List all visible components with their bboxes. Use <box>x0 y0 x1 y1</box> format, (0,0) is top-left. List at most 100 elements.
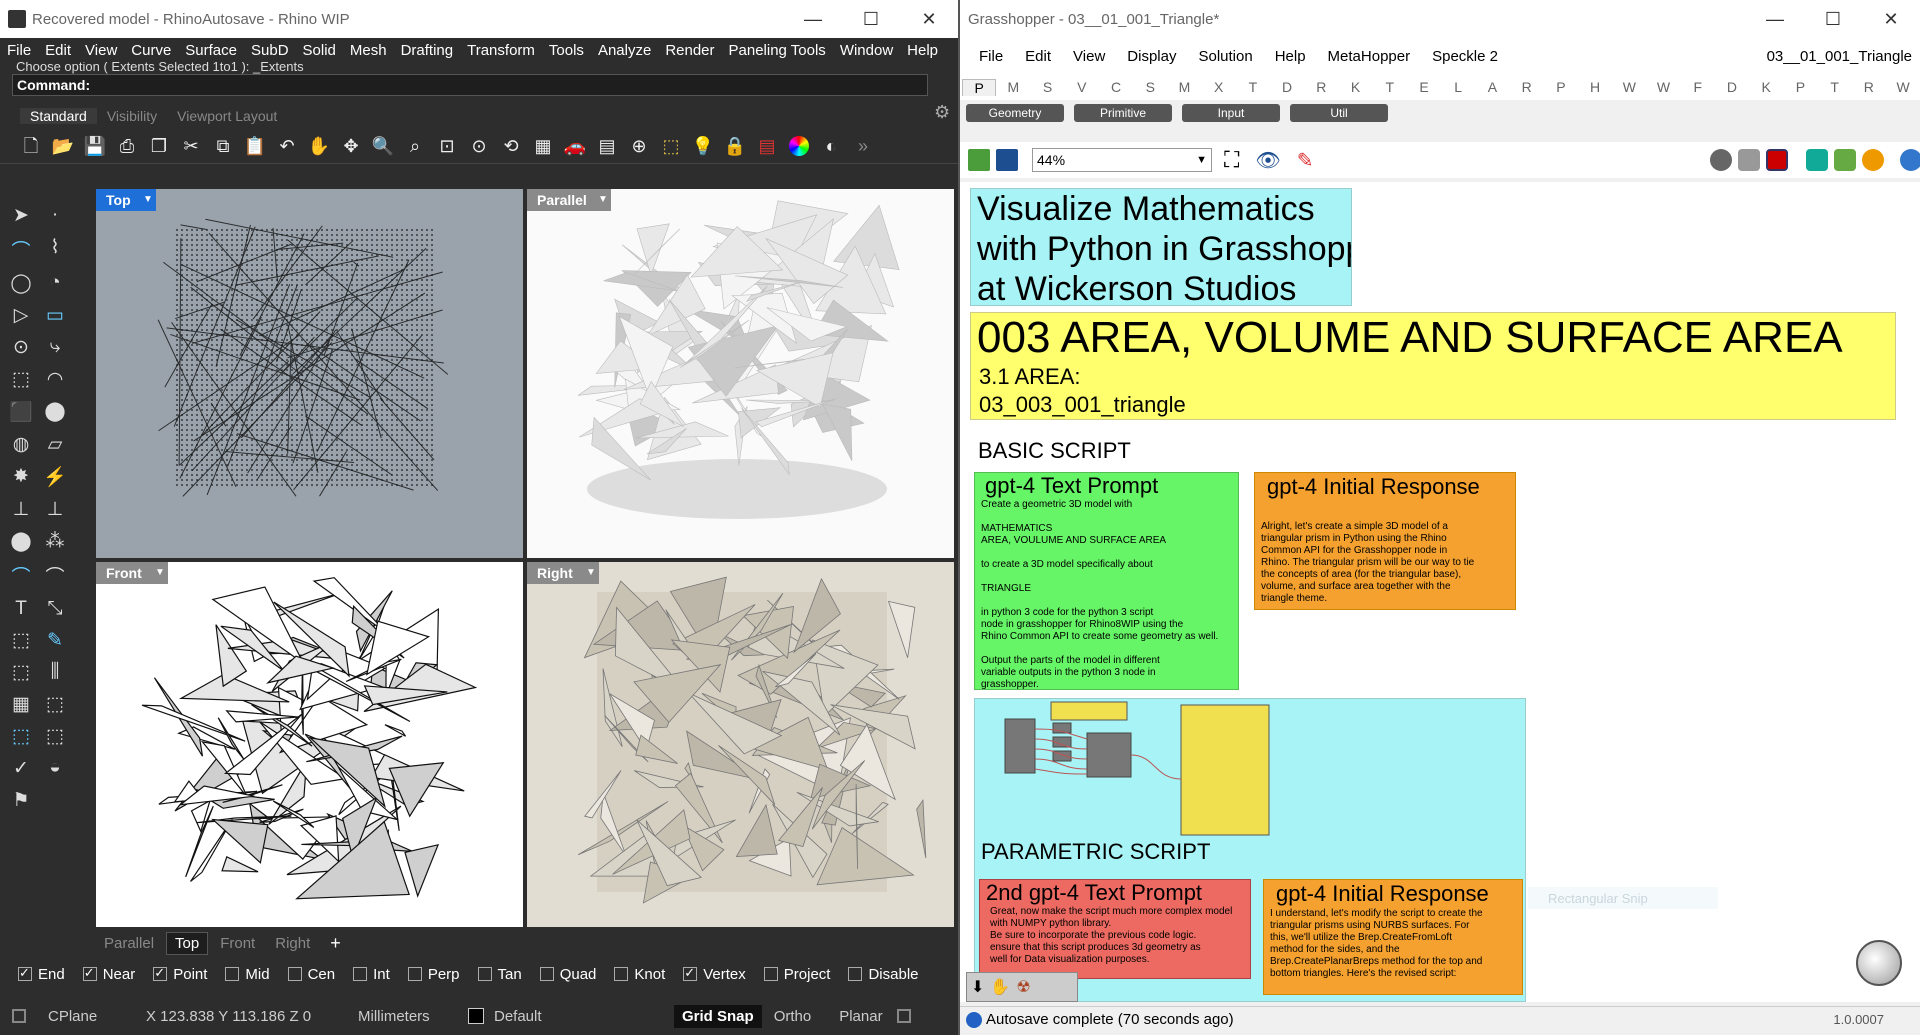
gh-menu-display[interactable]: Display <box>1116 48 1187 65</box>
section-panel[interactable]: 003 AREA, VOLUME AND SURFACE AREA 3.1 AR… <box>970 312 1896 420</box>
open-folder-icon[interactable]: 📂 <box>50 133 76 159</box>
component-tab[interactable]: R <box>1304 79 1338 95</box>
viewport-tab-top[interactable]: Top <box>166 931 209 955</box>
checkbox[interactable] <box>18 965 32 981</box>
checkbox[interactable] <box>614 967 629 981</box>
osnap-quad[interactable]: Quad <box>539 966 596 983</box>
component-tab[interactable]: T <box>1373 79 1407 95</box>
zoom-extents-icon[interactable]: ⛶ <box>1224 147 1239 173</box>
cut-icon[interactable]: ✂ <box>178 133 204 159</box>
tool-icon[interactable]: ⚡ <box>38 465 72 489</box>
component-tab[interactable]: P <box>1544 79 1578 95</box>
category-primitive[interactable]: Primitive <box>1074 104 1172 122</box>
viewport-right[interactable]: Right ▼ <box>527 562 954 927</box>
tool-icon[interactable]: ◒ <box>38 757 72 780</box>
parametric-group[interactable]: PARAMETRIC SCRIPT 2nd gpt-4 Text Prompt … <box>974 698 1526 1002</box>
tool-icon[interactable]: ✓ <box>4 757 38 780</box>
response-panel[interactable]: gpt-4 Initial Response Alright, let's cr… <box>1254 472 1516 610</box>
tool-icon[interactable]: ◠ <box>38 368 72 391</box>
component-tab[interactable]: F <box>1681 79 1715 95</box>
menu-window[interactable]: Window <box>833 42 900 59</box>
save-icon[interactable] <box>996 149 1018 171</box>
hand-icon[interactable]: ✋ <box>990 977 1010 997</box>
component-tab[interactable]: R <box>1852 79 1886 95</box>
component-tab[interactable]: W <box>1886 79 1920 95</box>
zoom-dropdown[interactable]: 44% ▼ <box>1032 148 1212 172</box>
zoom-selected-icon[interactable]: ⊙ <box>466 133 492 159</box>
category-input[interactable]: Input <box>1182 104 1280 122</box>
toolbar-tab-viewport-layout[interactable]: Viewport Layout <box>167 108 287 124</box>
eye-icon[interactable]: 👁 <box>1255 148 1280 173</box>
component-tab[interactable]: P <box>962 78 997 96</box>
tool-icon[interactable]: ⬤ <box>38 400 72 424</box>
checkbox[interactable] <box>848 967 863 981</box>
component-tab[interactable]: D <box>1270 79 1304 95</box>
viewport-front[interactable]: Front ▼ <box>96 562 523 927</box>
component-tab[interactable]: T <box>1236 79 1270 95</box>
menu-edit[interactable]: Edit <box>38 42 78 59</box>
clipboard-icon[interactable]: 📋 <box>242 133 268 159</box>
gh-menu-view[interactable]: View <box>1062 48 1116 65</box>
viewport-label-parallel[interactable]: Parallel <box>527 189 597 211</box>
tool-icon[interactable]: ⌒ <box>4 562 38 589</box>
tool-icon[interactable]: ⚑ <box>4 789 38 812</box>
checkbox[interactable] <box>763 967 778 981</box>
menu-curve[interactable]: Curve <box>124 42 178 59</box>
color-wheel-icon[interactable] <box>786 133 812 159</box>
header-panel[interactable]: Visualize Mathematics with Python in Gra… <box>970 188 1352 306</box>
checkbox[interactable] <box>683 965 698 981</box>
category-geometry[interactable]: Geometry <box>966 104 1064 122</box>
prompt-panel[interactable]: gpt-4 Text Prompt Create a geometric 3D … <box>974 472 1239 690</box>
component-tab[interactable]: V <box>1065 79 1099 95</box>
preview-sphere-icon[interactable] <box>1900 149 1920 171</box>
planar-toggle[interactable]: Planar <box>839 1008 882 1025</box>
component-tab[interactable]: L <box>1441 79 1475 95</box>
tool-icon[interactable]: · <box>38 204 72 227</box>
menu-surface[interactable]: Surface <box>178 42 244 59</box>
menu-paneling-tools[interactable]: Paneling Tools <box>722 42 833 59</box>
viewport-label-right[interactable]: Right <box>527 562 583 584</box>
tool-icon[interactable]: ⤷ <box>38 336 72 359</box>
gh-menu-metahopper[interactable]: MetaHopper <box>1317 48 1422 65</box>
osnap-vertex[interactable]: Vertex <box>683 965 746 983</box>
preview-off-icon[interactable] <box>1710 149 1732 171</box>
menu-subd[interactable]: SubD <box>244 42 296 59</box>
gh-menu-edit[interactable]: Edit <box>1014 48 1062 65</box>
component-tab[interactable]: R <box>1510 79 1544 95</box>
component-tab[interactable]: P <box>1783 79 1817 95</box>
viewport-tab-parallel[interactable]: Parallel <box>96 933 162 954</box>
menu-transform[interactable]: Transform <box>460 42 542 59</box>
response2-panel[interactable]: gpt-4 Initial Response I understand, let… <box>1263 879 1523 995</box>
menu-mesh[interactable]: Mesh <box>343 42 394 59</box>
panel-toggle-icon[interactable] <box>896 1009 911 1023</box>
four-viewports-icon[interactable]: ▦ <box>530 133 556 159</box>
category-util[interactable]: Util <box>1290 104 1388 122</box>
tool-icon[interactable]: ⬚ <box>4 368 38 391</box>
grid-snap-toggle[interactable]: Grid Snap <box>674 1004 762 1028</box>
tool-icon[interactable]: ⬚ <box>38 725 72 748</box>
layers-icon[interactable]: ▤ <box>754 133 780 159</box>
component-tab[interactable]: S <box>1030 79 1064 95</box>
paint-icon[interactable]: ✎ <box>1297 148 1314 173</box>
component-tab[interactable]: X <box>1202 79 1236 95</box>
menu-view[interactable]: View <box>78 42 124 59</box>
car-icon[interactable]: 🚗 <box>562 133 588 159</box>
menu-tools[interactable]: Tools <box>542 42 591 59</box>
print-icon[interactable]: ⎙ <box>114 133 140 159</box>
lock-icon[interactable]: 🔒 <box>722 133 748 159</box>
osnap-cen[interactable]: Cen <box>287 966 335 983</box>
osnap-point[interactable]: Point <box>153 965 207 983</box>
viewport-menu-arrow[interactable]: ▼ <box>583 562 599 584</box>
zoom-window-icon[interactable]: ⌕ <box>402 133 428 159</box>
osnap-project[interactable]: Project <box>763 966 830 983</box>
paste-icon[interactable]: ⧉ <box>210 133 236 159</box>
gh-menu-speckle-2[interactable]: Speckle 2 <box>1421 48 1509 65</box>
canvas-widget-icon[interactable] <box>1856 940 1902 986</box>
layer-swatch[interactable] <box>468 1008 484 1024</box>
more-icon[interactable]: » <box>850 133 876 159</box>
menu-file[interactable]: File <box>0 42 38 59</box>
undo-icon[interactable]: ↶ <box>274 133 300 159</box>
rotate-icon[interactable]: ✥ <box>338 133 364 159</box>
viewport-tab-right[interactable]: Right <box>267 933 318 954</box>
download-icon[interactable]: ⬇ <box>971 977 984 997</box>
